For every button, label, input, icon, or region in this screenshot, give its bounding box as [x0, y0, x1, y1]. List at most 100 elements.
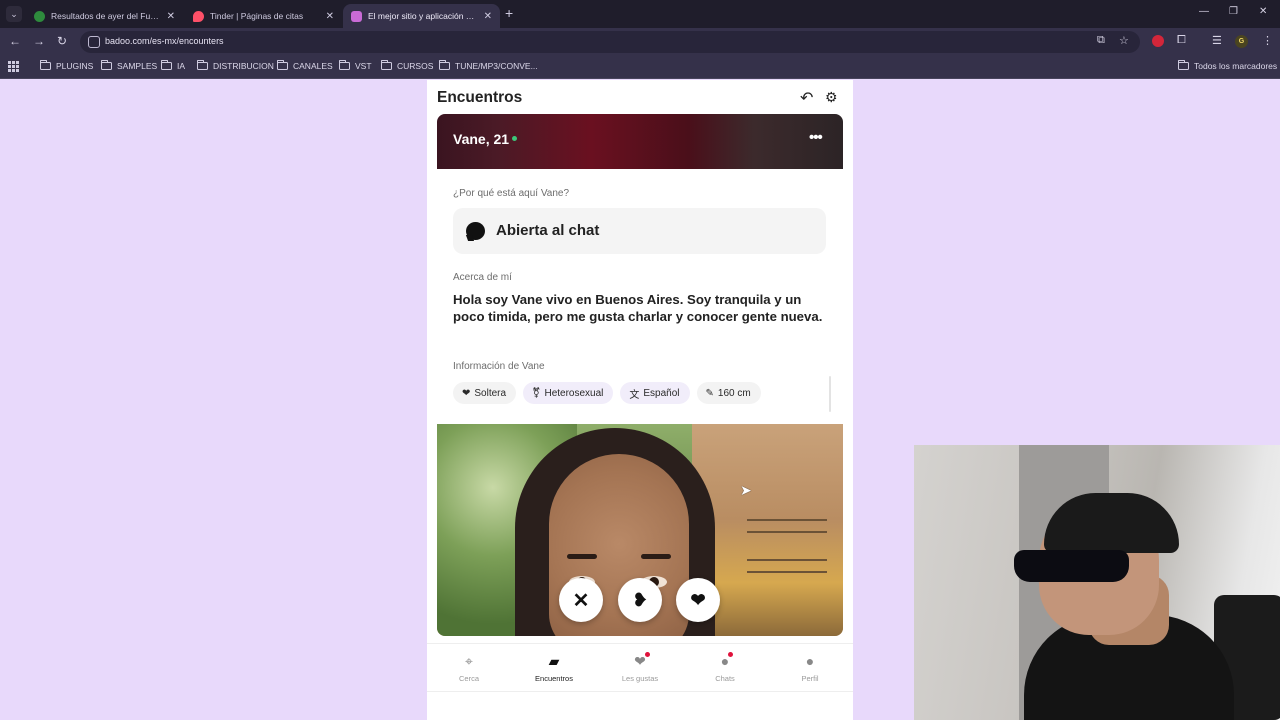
chip-label: Soltera: [474, 387, 507, 399]
undo-icon[interactable]: ↶: [800, 88, 813, 108]
heart-icon: ❤: [690, 589, 706, 610]
photo-brow: [567, 554, 597, 559]
bookmark-folder[interactable]: SAMPLES: [101, 60, 158, 71]
bookmark-label: Todos los marcadores: [1194, 61, 1278, 71]
photo-balcony: [747, 559, 827, 573]
new-tab-plus-icon[interactable]: +: [505, 5, 513, 21]
why-here-label: ¿Por qué está aquí Vane?: [453, 188, 570, 199]
folder-icon: [197, 60, 208, 70]
superlike-button[interactable]: ❥: [618, 578, 662, 622]
forward-arrow-icon[interactable]: →: [33, 34, 45, 48]
webcam-overlay: [914, 445, 1280, 720]
profile-avatar[interactable]: G: [1235, 35, 1248, 48]
folder-icon: [1178, 60, 1189, 70]
bookmark-label: CANALES: [293, 61, 333, 71]
all-bookmarks[interactable]: Todos los marcadores: [1178, 60, 1278, 71]
profile-photo-banner[interactable]: Vane, 21 •••: [437, 114, 843, 169]
close-icon[interactable]: ✕: [326, 11, 334, 22]
install-app-icon[interactable]: ⧉: [1097, 34, 1105, 47]
back-arrow-icon[interactable]: ←: [9, 34, 21, 48]
futbol-favicon-icon: [34, 10, 45, 22]
folder-icon: [339, 60, 350, 70]
nav-encuentros[interactable]: ▰ Encuentros: [519, 652, 589, 683]
photo-balcony: [747, 519, 827, 533]
card-scrollbar[interactable]: [829, 376, 831, 412]
site-info-icon[interactable]: [88, 36, 100, 48]
close-x-icon: ✕: [572, 589, 590, 612]
bookmark-folder[interactable]: DISTRIBUCION: [197, 60, 274, 71]
apps-grid-icon[interactable]: [8, 61, 19, 72]
more-options-icon[interactable]: •••: [809, 129, 823, 146]
tinder-flame-icon: [193, 10, 204, 22]
close-icon[interactable]: ✕: [484, 11, 492, 22]
filter-sliders-icon[interactable]: ⚙: [825, 89, 838, 106]
minimize-icon[interactable]: —: [1199, 6, 1209, 17]
person-icon: ●: [805, 653, 815, 669]
chip-label: Español: [643, 387, 680, 399]
chip-relationship: ❤ Soltera: [453, 382, 517, 404]
bookmark-folder[interactable]: IA: [161, 60, 185, 71]
restore-icon[interactable]: ❐: [1229, 6, 1238, 17]
menu-kebab-icon[interactable]: ⋮: [1262, 34, 1273, 47]
dislike-button[interactable]: ✕: [559, 578, 603, 622]
extensions-puzzle-icon[interactable]: ⧠: [1177, 34, 1186, 47]
folder-icon: [40, 60, 51, 70]
chat-bubble-icon: ●: [721, 652, 734, 670]
bookmark-folder[interactable]: PLUGINS: [40, 60, 94, 71]
tab-badoo[interactable]: El mejor sitio y aplicación de ci ✕: [343, 4, 500, 28]
media-controls-icon[interactable]: ☰: [1212, 34, 1222, 47]
why-here-value: Abierta al chat: [496, 222, 600, 239]
chip-label: Heterosexual: [544, 387, 604, 399]
about-text: Hola soy Vane vivo en Buenos Aires. Soy …: [453, 292, 823, 324]
window-close-icon[interactable]: ✕: [1259, 6, 1267, 17]
chip-height: ✎ 160 cm: [696, 382, 761, 404]
page-title: Encuentros: [437, 89, 523, 106]
tab-futbol[interactable]: Resultados de ayer del Futbol á ✕: [26, 4, 183, 28]
nav-label: Chats: [715, 674, 735, 683]
folder-icon: [439, 60, 450, 70]
info-label: Información de Vane: [453, 361, 545, 372]
reload-icon[interactable]: ↻: [57, 34, 67, 48]
nav-label: Cerca: [458, 674, 479, 683]
bookmark-label: DISTRIBUCION: [213, 61, 274, 71]
bookmark-folder[interactable]: CURSOS: [381, 60, 433, 71]
nav-les-gustas[interactable]: ❤ Les gustas: [605, 652, 675, 683]
like-button[interactable]: ❤: [676, 578, 720, 622]
profile-card: Vane, 21 ••• ¿Por qué está aquí Vane? Ab…: [437, 114, 843, 636]
chip-language: 文 Español: [620, 382, 690, 404]
heart-icon: ❤: [634, 652, 650, 670]
bookmark-folder[interactable]: VST: [339, 60, 372, 71]
tab-title: El mejor sitio y aplicación de ci: [368, 11, 478, 21]
bookmark-label: SAMPLES: [117, 61, 158, 71]
tab-tinder[interactable]: Tinder | Páginas de citas ✕: [185, 4, 342, 28]
url-text: badoo.com/es-mx/encounters: [105, 36, 224, 46]
nav-label: Les gustas: [621, 674, 659, 683]
nav-perfil[interactable]: ● Perfil: [775, 652, 845, 683]
bookmark-label: PLUGINS: [56, 61, 94, 71]
nav-label: Perfil: [801, 674, 819, 683]
photo-brow: [641, 554, 671, 559]
webcam-sunglasses: [1014, 550, 1129, 582]
notification-badge: [644, 652, 650, 657]
bookmark-star-icon[interactable]: ☆: [1119, 34, 1129, 47]
tab-title: Resultados de ayer del Futbol á: [51, 11, 161, 21]
mouse-cursor-icon: ➤: [740, 482, 752, 498]
chip-label: 160 cm: [717, 387, 751, 399]
close-icon[interactable]: ✕: [167, 11, 175, 22]
tab-search-icon[interactable]: ⌄: [6, 6, 22, 22]
bookmark-folder[interactable]: CANALES: [277, 60, 333, 71]
folder-icon: [161, 60, 172, 70]
extension-red-icon[interactable]: [1152, 35, 1164, 47]
divider: [427, 691, 853, 692]
nav-chats[interactable]: ● Chats: [690, 652, 760, 683]
ruler-icon: ✎: [705, 387, 714, 399]
why-here-box: Abierta al chat: [453, 208, 826, 254]
address-bar[interactable]: badoo.com/es-mx/encounters: [80, 31, 1140, 53]
badoo-favicon-icon: [351, 10, 362, 22]
bookmark-folder[interactable]: TUNE/MP3/CONVE...: [439, 60, 538, 71]
folder-icon: [101, 60, 112, 70]
nav-cerca[interactable]: ⌖ Cerca: [434, 652, 504, 683]
bookmark-label: VST: [355, 61, 372, 71]
bookmark-label: TUNE/MP3/CONVE...: [455, 61, 538, 71]
profile-photo[interactable]: ➤ ✕ ❥ ❤: [437, 424, 843, 636]
